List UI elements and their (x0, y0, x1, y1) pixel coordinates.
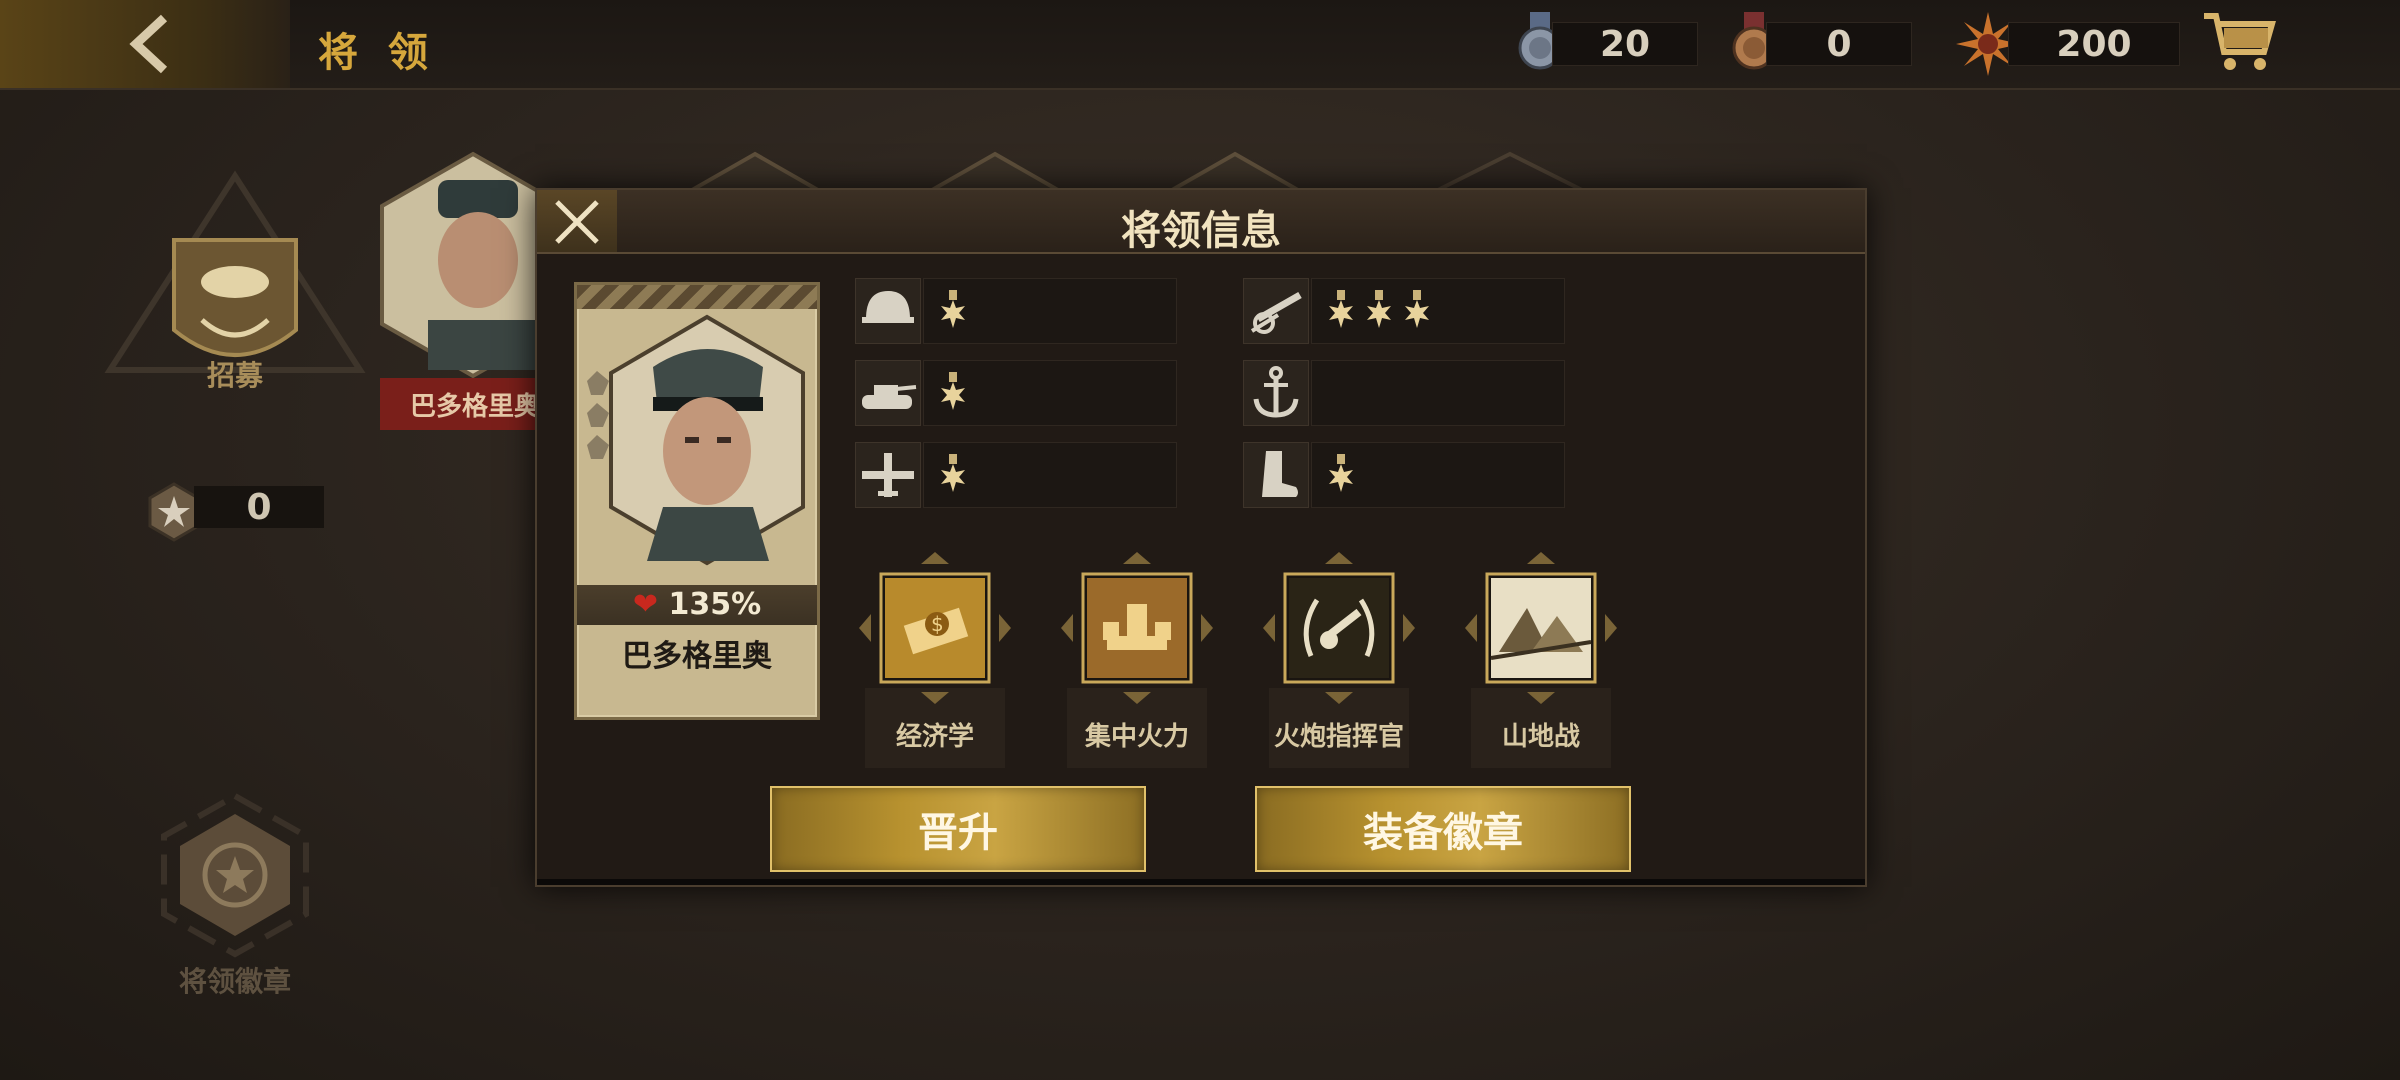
equip-badge-button[interactable]: 装备徽章 (1255, 786, 1631, 872)
power-value: 135% (668, 587, 762, 622)
dialog-bottom-edge (537, 879, 1865, 885)
skill-name: 集中火力 (1084, 722, 1189, 752)
general-badge-tab[interactable]: 将领徽章 (150, 790, 320, 1000)
general-badge-icon (161, 792, 309, 958)
power-stat: ❤ 135% (577, 585, 817, 625)
general-portrait (587, 314, 805, 566)
anchor-icon (1243, 360, 1309, 426)
skill-concentrated-fire[interactable]: 集中火力 (1057, 548, 1217, 788)
badge-count: 0 (194, 486, 324, 528)
economy-icon: $ (859, 552, 1011, 704)
general-card: ❤ 135% 巴多格里奥 (574, 282, 820, 720)
skill-economy[interactable]: $ 经济学 (855, 548, 1015, 788)
rank-medal-icon (1329, 290, 1353, 328)
bronze-count: 0 (1766, 22, 1912, 66)
artillery-icon (1243, 278, 1309, 344)
card-stripes (577, 285, 817, 309)
rank-medal-icon (1329, 454, 1353, 492)
sun-count: 200 (2008, 22, 2180, 66)
plane-icon (855, 442, 921, 508)
boot-icon (1243, 442, 1309, 508)
svg-text:$: $ (931, 612, 944, 636)
attribute-row-boot (1243, 442, 1565, 508)
rank-medal-icon (941, 454, 965, 492)
attribute-row-tank (855, 360, 1177, 426)
heart-icon: ❤ (632, 587, 658, 622)
badge-counter: 0 (144, 482, 334, 542)
currency-silver: 20 (1512, 12, 1698, 70)
attribute-row-plane (855, 442, 1177, 508)
recruit-tab[interactable]: 招募 (90, 170, 380, 394)
dialog-header: 将领信息 (537, 190, 1865, 254)
skill-name: 山地战 (1501, 722, 1580, 752)
attribute-row-anchor (1243, 360, 1565, 426)
general-info-dialog: 将领信息 ❤ 135% 巴多格里奥 $ 经济学 集中火力 火炮指挥官 山地战 晋… (535, 188, 1867, 887)
currency-sun: 200 (1956, 12, 2182, 76)
skill-name: 经济学 (895, 722, 974, 752)
artillery-commander-icon (1263, 552, 1415, 704)
tank-icon (855, 360, 921, 426)
page-title: 将 领 (318, 30, 436, 76)
dialog-title: 将领信息 (1121, 208, 1281, 254)
chevron-left-icon (129, 14, 168, 74)
general-badge-label: 将领徽章 (178, 965, 291, 998)
rank-medal-icon (1405, 290, 1429, 328)
mountain-icon (1465, 552, 1617, 704)
general-name: 巴多格里奥 (622, 639, 772, 674)
shopping-cart-icon[interactable] (2200, 8, 2276, 76)
helmet-icon (855, 278, 921, 344)
currency-bronze: 0 (1726, 12, 1912, 70)
close-icon (555, 200, 599, 244)
top-bar: 将 领 20 0 200 (0, 0, 2400, 90)
skill-name: 火炮指挥官 (1273, 722, 1404, 752)
attribute-row-artillery (1243, 278, 1565, 344)
concentrated-fire-icon (1061, 552, 1213, 704)
attribute-row-helmet (855, 278, 1177, 344)
rank-medal-icon (1367, 290, 1391, 328)
rank-medal-icon (941, 372, 965, 410)
rank-medal-icon (941, 290, 965, 328)
promote-button[interactable]: 晋升 (770, 786, 1146, 872)
skill-artillery-commander[interactable]: 火炮指挥官 (1259, 548, 1419, 788)
skill-mountain[interactable]: 山地战 (1461, 548, 1621, 788)
attribute-bar (1311, 360, 1565, 426)
close-button[interactable] (537, 190, 617, 252)
silver-count: 20 (1552, 22, 1698, 66)
back-button[interactable] (0, 0, 290, 88)
